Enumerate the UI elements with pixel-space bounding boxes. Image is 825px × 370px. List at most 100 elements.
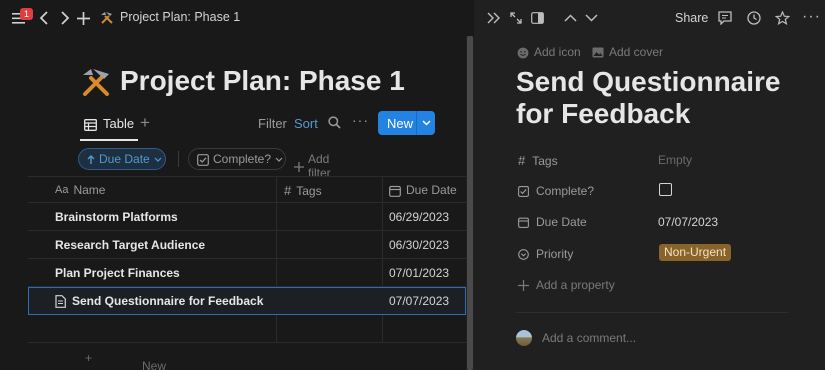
complete-checkbox[interactable] [659,183,672,196]
smiley-icon [517,45,529,59]
chevron-down-icon[interactable] [585,10,598,24]
forward-arrow-icon[interactable] [60,10,70,25]
divider [516,312,788,313]
row-name[interactable]: Research Target Audience [55,238,205,252]
sort-pill-due-date[interactable]: Due Date [78,148,166,170]
share-button[interactable]: Share [675,11,708,25]
property-due-label-group: Due Date [518,215,587,229]
page-title-text: Project Plan: Phase 1 [120,64,405,96]
property-tags-label: Tags [532,153,558,168]
back-arrow-icon[interactable] [39,10,49,25]
property-complete[interactable]: Complete? [518,181,788,201]
property-complete-label: Complete? [536,184,595,198]
table-view-icon [84,116,97,131]
breadcrumb[interactable]: Project Plan: Phase 1 [100,10,240,25]
add-icon-button[interactable]: Add icon [517,45,581,59]
calendar-icon [518,215,529,229]
arrow-up-icon [87,152,95,166]
row-name[interactable]: Brainstorm Platforms [55,210,178,224]
filter-divider [178,151,179,167]
notification-badge[interactable]: 1 [20,8,33,20]
property-complete-label-group: Complete? [518,184,594,198]
side-peek-title[interactable]: Send Questionnaire for Feedback [516,66,816,130]
calendar-icon [389,183,401,197]
select-icon [518,247,529,261]
row-name-label: Send Questionnaire for Feedback [72,294,264,309]
add-icon-label: Add icon [534,45,581,59]
expand-icon[interactable] [510,10,522,24]
column-header-due-label: Due Date [406,183,457,197]
priority-tag[interactable]: Non-Urgent [659,244,732,261]
add-row-button[interactable]: + New [28,343,466,370]
add-cover-button[interactable]: Add cover [592,45,663,59]
chevron-down-icon [275,152,283,166]
table-header: Aa Name # Tags Due Date [28,176,466,203]
text-property-icon: Aa [55,184,69,196]
column-header-tags[interactable]: # Tags [284,183,322,198]
new-button[interactable]: New [378,111,435,135]
property-due-label: Due Date [536,215,587,229]
favorite-star-icon[interactable] [775,10,790,26]
filter-pill-label: Complete? [213,152,272,166]
row-due-date[interactable]: 06/30/2023 [389,238,449,252]
checkbox-icon [518,184,529,198]
breadcrumb-title: Project Plan: Phase 1 [120,10,241,25]
add-property-button[interactable]: Add a property [518,278,615,292]
side-peek-layout-icon[interactable] [531,10,544,25]
property-tags-value[interactable]: Empty [658,153,692,167]
hash-icon: # [518,153,526,168]
table-row[interactable]: Research Target Audience 06/30/2023 [28,231,466,259]
side-peek-panel: Share ··· Add icon Add cover Send Questi… [474,0,825,370]
close-peek-icon[interactable] [487,10,501,24]
add-view-plus-icon[interactable]: + [140,113,150,133]
property-priority-label-group: Priority [518,247,573,261]
table-row[interactable]: Plan Project Finances 07/01/2023 [28,259,466,287]
add-row-label: + New [85,351,166,370]
more-options-icon[interactable]: ··· [802,9,821,25]
empty-row [28,315,466,343]
comment-placeholder[interactable]: Add a comment... [542,331,636,345]
property-tags-label-group: # Tags [518,153,558,168]
table-row-selected[interactable]: Send Questionnaire for Feedback 07/07/20… [28,287,466,315]
row-name[interactable]: Plan Project Finances [55,266,180,280]
row-name[interactable]: Send Questionnaire for Feedback [55,294,264,309]
hash-icon: # [284,183,292,198]
avatar [516,330,532,346]
column-header-due-date[interactable]: Due Date [389,183,457,197]
tab-table-label: Table [103,116,135,131]
property-tags[interactable]: # Tags Empty [518,150,788,170]
scrollbar-thumb[interactable] [467,36,473,370]
property-due-date[interactable]: Due Date 07/07/2023 [518,212,788,232]
search-icon[interactable] [328,114,341,132]
tab-table[interactable]: Table [84,116,134,131]
add-property-label: Add a property [536,278,615,292]
page-title[interactable]: Project Plan: Phase 1 [80,64,405,98]
side-peek-toolbar: Share ··· [474,0,825,36]
history-clock-icon[interactable] [747,10,761,25]
plus-icon [294,159,304,173]
view-toolbar: Table + Filter Sort ··· New [80,110,436,141]
comment-input[interactable]: Add a comment... [516,330,636,346]
comment-icon[interactable] [718,10,732,26]
property-due-value[interactable]: 07/07/2023 [658,215,718,229]
chevron-down-icon[interactable] [417,118,431,129]
column-header-name[interactable]: Aa Name [55,183,105,197]
column-header-name-label: Name [73,183,106,197]
row-due-date[interactable]: 07/01/2023 [389,266,449,280]
column-header-tags-label: Tags [296,183,322,198]
row-due-date[interactable]: 06/29/2023 [389,210,449,224]
table-row[interactable]: Brainstorm Platforms 06/29/2023 [28,203,466,231]
new-page-plus-icon[interactable] [77,10,90,25]
database-table: Aa Name # Tags Due Date Brainstorm Platf… [28,176,466,370]
chevron-down-icon [154,152,162,166]
filter-pill-complete[interactable]: Complete? [188,148,286,170]
chevron-up-icon[interactable] [564,10,577,24]
sort-pill-label: Due Date [99,152,150,166]
filter-button[interactable]: Filter [258,116,287,131]
add-row-text: New [142,359,167,370]
property-priority[interactable]: Priority Non-Urgent [518,244,788,264]
page-emoji-icon[interactable] [80,64,112,98]
row-due-date[interactable]: 07/07/2023 [389,294,449,308]
sort-button[interactable]: Sort [294,116,318,131]
more-options-button[interactable]: ··· [352,112,369,128]
